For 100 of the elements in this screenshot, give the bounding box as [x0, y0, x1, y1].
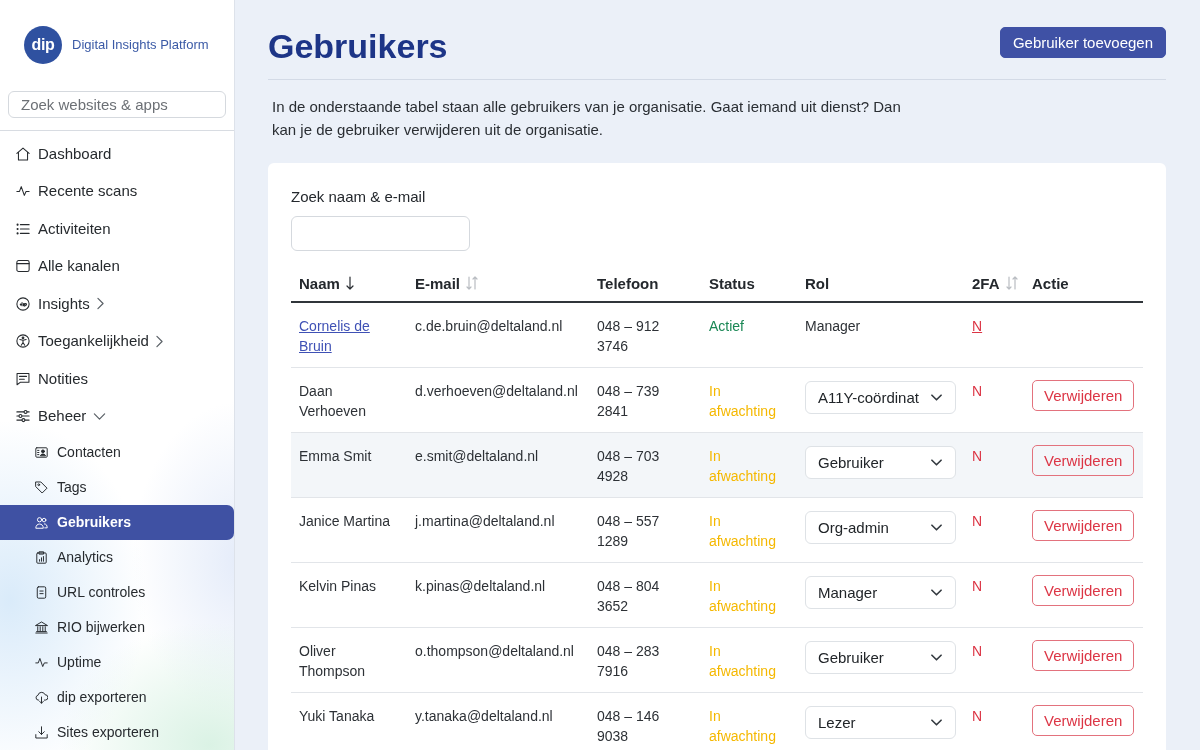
sidebar-item[interactable]: Activiteiten	[0, 210, 234, 248]
page-title: Gebruikers	[268, 26, 448, 67]
status-text: In afwachting	[701, 497, 797, 563]
table-cell: Manager	[797, 302, 964, 368]
role-select[interactable]: Gebruiker	[805, 641, 956, 674]
table-cell: j.martina@deltaland.nl	[407, 497, 589, 563]
delete-button[interactable]: Verwijderen	[1032, 705, 1135, 736]
two-factor-link[interactable]: N	[972, 318, 983, 334]
bank-icon	[35, 621, 48, 634]
sidebar-item[interactable]: URL controles	[0, 575, 234, 610]
role-select[interactable]: A11Y-coördinat	[805, 381, 956, 414]
delete-button[interactable]: Verwijderen	[1032, 640, 1135, 671]
list-icon	[16, 221, 30, 236]
window-icon	[16, 259, 30, 274]
pulse-icon	[16, 184, 30, 199]
circle-logo-icon	[16, 296, 30, 311]
role-select[interactable]: Manager	[805, 576, 956, 609]
logo-mark[interactable]: dip	[24, 26, 62, 64]
column-header: Actie	[1032, 275, 1069, 292]
column-header: Telefoon	[597, 275, 659, 292]
table-cell: e.smit@deltaland.nl	[407, 432, 589, 498]
table-cell: o.thompson@deltaland.nl	[407, 627, 589, 693]
status-text: In afwachting	[701, 627, 797, 693]
status-text: In afwachting	[701, 367, 797, 433]
table-cell: 048 – 283 7916	[589, 627, 701, 693]
intro-text: In de onderstaande tabel staan alle gebruikers van je organisatie. Gaat iemand uit dienst? Dan kan je de gebruiker verwijderen uit de organisatie.	[271, 97, 902, 140]
delete-button[interactable]: Verwijderen	[1032, 510, 1135, 541]
table-cell: 048 – 739 2841	[589, 367, 701, 433]
table-cell: N	[964, 692, 1024, 750]
chevron-down-icon	[931, 654, 942, 661]
column-header: Naam	[299, 275, 340, 292]
sidebar-item[interactable]: Alle kanalen	[0, 247, 234, 285]
table-cell: 048 – 703 4928	[589, 432, 701, 498]
delete-button[interactable]: Verwijderen	[1032, 380, 1135, 411]
table-cell: N	[964, 562, 1024, 628]
table-cell: d.verhoeven@deltaland.nl	[407, 367, 589, 433]
status-text: In afwachting	[701, 562, 797, 628]
sidebar-item[interactable]: Dashboard	[0, 135, 234, 173]
status-text: Actief	[701, 302, 797, 368]
table-cell: Yuki Tanaka	[291, 692, 407, 750]
pulse-icon	[35, 656, 48, 669]
table-cell: N	[964, 627, 1024, 693]
chat-icon	[16, 371, 30, 386]
chevron-down-icon	[931, 719, 942, 726]
column-header: Rol	[805, 275, 830, 292]
chevron-down-icon	[931, 589, 942, 596]
table-cell: y.tanaka@deltaland.nl	[407, 692, 589, 750]
column-header: E-mail	[415, 275, 460, 292]
table-cell: c.de.bruin@deltaland.nl	[407, 302, 589, 368]
sidebar-item[interactable]: Analytics	[0, 540, 234, 575]
sidebar-item[interactable]: Notities	[0, 360, 234, 398]
tag-icon	[35, 481, 48, 494]
chevron-down-icon	[931, 394, 942, 401]
role-select[interactable]: Gebruiker	[805, 446, 956, 479]
sidebar-item[interactable]: Recente scans	[0, 172, 234, 210]
table-cell: Janice Martina	[291, 497, 407, 563]
table-cell: Daan Verhoeven	[291, 367, 407, 433]
chevron-down-icon	[931, 459, 942, 466]
download-icon	[35, 726, 48, 739]
sidebar-item[interactable]: Contacten	[0, 435, 234, 470]
table-cell: N	[964, 497, 1024, 563]
clipboard-chart-icon	[35, 551, 48, 564]
table-cell: k.pinas@deltaland.nl	[407, 562, 589, 628]
column-header: 2FA	[972, 275, 1000, 292]
table-cell: 048 – 804 3652	[589, 562, 701, 628]
sidebar-item[interactable]: Sites exporteren	[0, 715, 234, 750]
sidebar-item[interactable]: Insights	[0, 285, 234, 323]
chevron-down-icon	[931, 524, 942, 531]
add-user-button[interactable]: Gebruiker toevoegen	[999, 27, 1166, 58]
house-icon	[16, 146, 30, 161]
sidebar-item[interactable]: Toegankelijkheid	[0, 322, 234, 360]
search-label: Zoek naam & e-mail	[291, 187, 427, 207]
role-select[interactable]: Org-admin	[805, 511, 956, 544]
role-select[interactable]: Lezer	[805, 706, 956, 739]
user-name-link[interactable]: Cornelis de Bruin	[299, 316, 393, 356]
sidebar-item[interactable]: Uptime	[0, 645, 234, 680]
sidebar-item[interactable]: dip exporteren	[0, 680, 234, 715]
delete-button[interactable]: Verwijderen	[1032, 445, 1135, 476]
table-cell: Emma Smit	[291, 432, 407, 498]
delete-button[interactable]: Verwijderen	[1032, 575, 1135, 606]
table-cell: 048 – 912 3746	[589, 302, 701, 368]
sidebar-item[interactable]: RIO bijwerken	[0, 610, 234, 645]
table-cell: 048 – 557 1289	[589, 497, 701, 563]
status-text: In afwachting	[701, 692, 797, 750]
table-cell: 048 – 146 9038	[589, 692, 701, 750]
cloud-download-icon	[35, 691, 48, 704]
search-field[interactable]	[291, 216, 470, 251]
status-text: In afwachting	[701, 432, 797, 498]
column-header: Status	[709, 275, 755, 292]
table-cell: Oliver Thompson	[291, 627, 407, 693]
accessibility-icon	[16, 334, 30, 349]
table-cell: Kelvin Pinas	[291, 562, 407, 628]
sliders-icon	[16, 409, 30, 424]
sidebar-item[interactable]: Gebruikers	[0, 505, 234, 540]
sidebar-item[interactable]: Tags	[0, 470, 234, 505]
contact-card-icon	[35, 446, 48, 459]
document-icon	[35, 586, 48, 599]
sidebar-item[interactable]: Beheer	[0, 397, 234, 435]
people-icon	[35, 516, 48, 529]
search-field[interactable]: Zoek websites & apps	[8, 91, 226, 118]
